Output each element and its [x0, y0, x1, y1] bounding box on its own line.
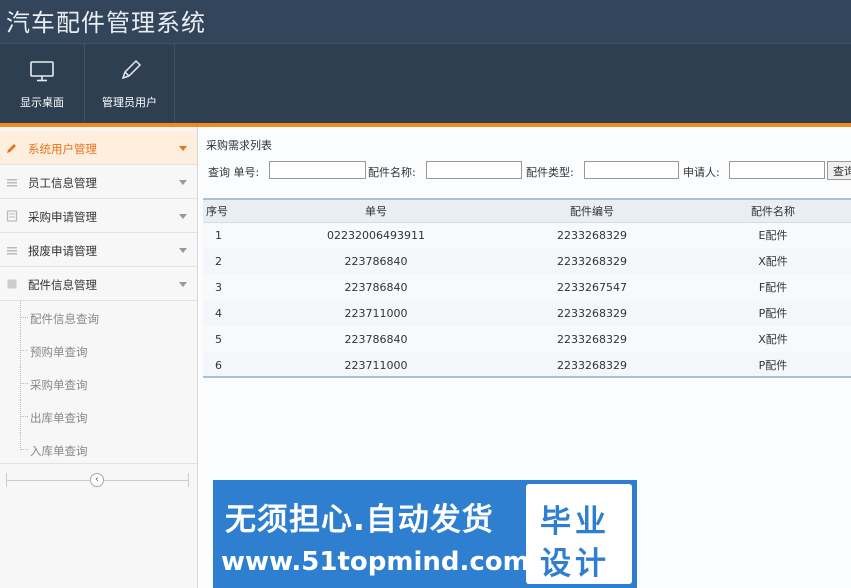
- table-cell: X配件: [758, 255, 788, 268]
- table-cell: X配件: [695, 326, 851, 352]
- sidebar-item-staff-info[interactable]: 员工信息管理: [0, 165, 197, 199]
- panel-title: 采购需求列表: [206, 139, 272, 152]
- submenu-label: 采购单查询: [30, 378, 88, 392]
- part-name-label: 配件名称:: [368, 166, 416, 179]
- chevron-down-icon: [179, 214, 187, 219]
- table-cell: 6: [215, 358, 222, 372]
- table-cell: 223711000: [344, 358, 408, 372]
- submenu-label: 入库单查询: [30, 444, 88, 458]
- chevron-left-icon[interactable]: ‹: [90, 473, 104, 487]
- purchase-table: 序号 单号 配件编号 配件名称 1 02232006493911 223326832…: [203, 198, 851, 378]
- admin-user-label: 管理员用户: [102, 96, 157, 109]
- table-cell: 2233268329: [557, 254, 627, 268]
- chevron-down-icon: [179, 248, 187, 253]
- table-row[interactable]: 2 223786840 2233268329 X配件: [203, 248, 851, 274]
- sidebar-collapse-bar: ‹: [6, 473, 189, 487]
- pencil-icon: [7, 144, 16, 153]
- submenu-label: 出库单查询: [30, 411, 88, 425]
- applicant-input[interactable]: [729, 161, 825, 179]
- table-cell: 02232006493911: [263, 222, 489, 248]
- sidebar-item-label: 报废申请管理: [28, 244, 97, 258]
- document-icon: [6, 210, 18, 222]
- list-icon: [7, 179, 17, 187]
- parts-submenu: 配件信息查询 预购单查询 采购单查询 出库单查询 入库单查询: [0, 301, 197, 466]
- order-no-label: 查询 单号:: [208, 166, 260, 179]
- watermark-badge-line2: 设计: [540, 546, 610, 582]
- table-cell: 2233268329: [557, 306, 627, 320]
- show-desktop-button[interactable]: 显示桌面: [0, 44, 85, 124]
- sidebar: 系统用户管理 员工信息管理 采购申请管理 报废申请管理 配件信息管理 配件信息查…: [0, 127, 198, 588]
- chevron-down-icon: [179, 180, 187, 185]
- table-cell: E配件: [695, 222, 851, 248]
- part-type-input[interactable]: [584, 161, 679, 179]
- table-row[interactable]: 4 223711000 2233268329 P配件: [203, 300, 851, 326]
- sidebar-item-label: 员工信息管理: [28, 176, 97, 190]
- table-cell: P配件: [758, 359, 788, 372]
- table-cell: 2233268329: [557, 358, 627, 372]
- app-title: 汽车配件管理系统: [6, 9, 206, 37]
- table-cell: 1: [203, 222, 263, 248]
- col-header: 配件名称: [695, 200, 851, 223]
- submenu-label: 预购单查询: [30, 345, 88, 359]
- query-button[interactable]: 查询: [827, 161, 851, 180]
- watermark-slogan: 无须担心.自动发货: [225, 502, 494, 538]
- chevron-down-icon: [179, 146, 187, 151]
- pencil-icon: [121, 59, 141, 80]
- sidebar-item-system-users[interactable]: 系统用户管理: [0, 131, 197, 165]
- watermark-badge: 毕业 设计: [526, 484, 632, 584]
- app-header: 汽车配件管理系统 显示桌面 管理员用户: [0, 0, 851, 127]
- col-header: 单号: [263, 200, 489, 223]
- order-no-input[interactable]: [269, 161, 366, 179]
- submenu-parts-query[interactable]: 配件信息查询: [0, 301, 197, 334]
- sidebar-item-parts-info[interactable]: 配件信息管理: [0, 267, 197, 301]
- submenu-preorder-query[interactable]: 预购单查询: [0, 334, 197, 367]
- applicant-label: 申请人:: [683, 166, 720, 179]
- watermark-url: www.51topmind.com: [221, 547, 530, 577]
- sidebar-divider: [0, 463, 197, 464]
- table-cell: 2233268329: [489, 326, 695, 352]
- table-cell: 223711000: [344, 306, 408, 320]
- monitor-icon: [30, 61, 54, 82]
- table-cell: 4: [215, 306, 222, 320]
- col-header: 配件编号: [489, 200, 695, 223]
- top-toolbar: 显示桌面 管理员用户: [0, 43, 851, 124]
- col-header: 序号: [203, 200, 263, 223]
- table-cell: P配件: [758, 307, 788, 320]
- table-cell: 223786840: [344, 254, 408, 268]
- submenu-label: 配件信息查询: [30, 312, 99, 326]
- part-name-input[interactable]: [426, 161, 522, 179]
- sidebar-item-label: 系统用户管理: [28, 142, 97, 156]
- box-icon: [7, 279, 17, 289]
- watermark-banner: 无须担心.自动发货 www.51topmind.com 毕业 设计: [213, 480, 637, 588]
- table-cell: F配件: [695, 274, 851, 300]
- table-row[interactable]: 6 223711000 2233268329 P配件: [203, 352, 851, 378]
- table-cell: 2: [215, 254, 222, 268]
- watermark-badge-line1: 毕业: [540, 504, 610, 540]
- table-cell: 223786840: [263, 326, 489, 352]
- part-type-label: 配件类型:: [526, 166, 574, 179]
- table-cell: 2233267547: [489, 274, 695, 300]
- table-row[interactable]: 1 02232006493911 2233268329 E配件: [203, 222, 851, 248]
- table-cell: 2233268329: [489, 222, 695, 248]
- sidebar-item-label: 配件信息管理: [28, 278, 97, 292]
- sidebar-item-purchase-request[interactable]: 采购申请管理: [0, 199, 197, 233]
- table-cell: 5: [203, 326, 263, 352]
- table-cell: 223786840: [263, 274, 489, 300]
- admin-user-button[interactable]: 管理员用户: [85, 44, 175, 124]
- list-icon: [7, 247, 17, 255]
- table-row[interactable]: 5 223786840 2233268329 X配件: [203, 326, 851, 352]
- table-cell: 3: [203, 274, 263, 300]
- table-header-row: 序号 单号 配件编号 配件名称: [203, 200, 851, 223]
- submenu-outbound-query[interactable]: 出库单查询: [0, 400, 197, 433]
- submenu-purchase-order-query[interactable]: 采购单查询: [0, 367, 197, 400]
- search-bar: 查询 单号: 配件名称: 配件类型: 申请人: 查询: [199, 159, 851, 183]
- show-desktop-label: 显示桌面: [20, 96, 64, 109]
- table-row[interactable]: 3 223786840 2233267547 F配件: [203, 274, 851, 300]
- chevron-down-icon: [179, 282, 187, 287]
- submenu-inbound-query[interactable]: 入库单查询: [0, 433, 197, 466]
- sidebar-item-label: 采购申请管理: [28, 210, 97, 224]
- sidebar-item-scrap-request[interactable]: 报废申请管理: [0, 233, 197, 267]
